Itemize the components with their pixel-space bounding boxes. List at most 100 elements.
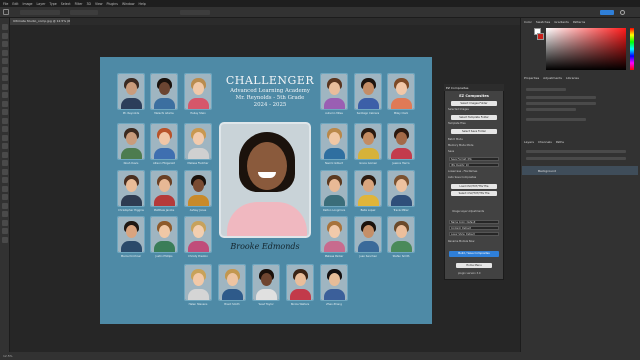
tool-icon[interactable]	[2, 66, 8, 73]
select-images-folder-button[interactable]: Select Images Folder	[451, 101, 497, 106]
student-shirt	[391, 241, 412, 252]
student-face	[329, 273, 340, 286]
menu-item-3d[interactable]: 3D	[86, 2, 90, 6]
tool-icon[interactable]	[2, 151, 8, 158]
hue-slider[interactable]	[630, 28, 634, 70]
jpg-quality-select[interactable]: JPG Quality: 10	[449, 163, 499, 167]
rename-layers-checkbox[interactable]: Rename Module Now	[448, 240, 474, 243]
build-composites-button[interactable]: Build / Save Composites	[449, 251, 499, 257]
tool-icon[interactable]	[2, 117, 8, 124]
share-button[interactable]	[600, 10, 614, 15]
lowercase-checkbox[interactable]: Lowercase - File Names	[448, 170, 477, 173]
auto-save-checkbox[interactable]: Auto Save Composites	[448, 176, 476, 179]
background-color-swatch[interactable]	[537, 33, 544, 40]
student-shirt	[188, 98, 209, 109]
tab-swatches[interactable]: Swatches	[536, 20, 550, 27]
style-dropdown[interactable]	[70, 10, 98, 15]
menu-item-edit[interactable]: Edit	[12, 2, 18, 6]
tab-color[interactable]: Color	[524, 20, 532, 27]
tab-layers[interactable]: Layers	[524, 140, 534, 147]
student-face	[363, 132, 374, 145]
student-shirt	[391, 195, 412, 206]
tool-icon[interactable]	[2, 177, 8, 183]
student-name: Hailey Stein	[190, 112, 206, 115]
student-shirt	[154, 195, 175, 206]
tool-icon[interactable]	[2, 168, 8, 175]
menu-item-file[interactable]: File	[3, 2, 8, 6]
student-shirt	[188, 148, 209, 159]
tab-paths[interactable]: Paths	[556, 140, 564, 147]
layer-style-select[interactable]: Layer Style: Default	[449, 232, 499, 236]
tool-icon[interactable]	[2, 219, 8, 226]
tool-icon[interactable]	[2, 126, 8, 132]
student-face	[295, 273, 306, 286]
blend-mode-row[interactable]	[526, 157, 626, 160]
student-face	[396, 179, 407, 192]
tool-icon[interactable]	[2, 134, 8, 141]
tool-icon[interactable]	[2, 32, 8, 39]
menu-item-view[interactable]: View	[95, 2, 103, 6]
name-color-select[interactable]: Name Color: Default	[449, 220, 499, 224]
tool-icon[interactable]	[2, 143, 8, 149]
properties-row	[526, 118, 586, 121]
layer-filter-row[interactable]	[526, 150, 626, 153]
tool-icon[interactable]	[2, 228, 8, 234]
tab-adjustments[interactable]: Adjustments	[543, 76, 562, 83]
select-save-folder-button[interactable]: Select Save Folder	[451, 129, 497, 134]
student-shirt	[222, 289, 243, 300]
tool-icon[interactable]	[2, 185, 8, 192]
menu-item-layer[interactable]: Layer	[37, 2, 46, 6]
tool-icon[interactable]	[2, 100, 8, 107]
select-and-mask-button[interactable]	[180, 10, 210, 15]
menu-item-image[interactable]: Image	[23, 2, 33, 6]
memory-mode-checkbox[interactable]: Memory Mode Mode	[448, 144, 473, 147]
select-template-button[interactable]: Select Template Folder	[451, 115, 497, 120]
student-face	[329, 225, 340, 238]
home-menu-button[interactable]: Home Menu	[456, 263, 492, 268]
tool-icon[interactable]	[2, 41, 8, 47]
menu-item-help[interactable]: Help	[139, 2, 146, 6]
tool-icon[interactable]	[2, 211, 8, 217]
menu-item-select[interactable]: Select	[61, 2, 71, 6]
menu-item-plugins[interactable]: Plugins	[107, 2, 118, 6]
student-photo	[387, 123, 415, 160]
student-face	[227, 273, 238, 286]
tool-icon[interactable]	[2, 160, 8, 166]
tab-gradients[interactable]: Gradients	[554, 20, 569, 27]
tool-icon[interactable]	[2, 83, 8, 90]
document-tab[interactable]: Ultimate Studio_comp.jpg @ 12.5% (RGB/8)	[10, 18, 70, 25]
composite-title: CHALLENGER	[225, 74, 315, 87]
tab-channels[interactable]: Channels	[538, 140, 552, 147]
batch-mode-checkbox[interactable]: Batch Mode	[448, 138, 463, 141]
tool-icon[interactable]	[2, 109, 8, 115]
tab-properties[interactable]: Properties	[524, 76, 539, 83]
load-csv-button[interactable]: Load CSV/TXT/TSV File	[451, 184, 497, 189]
tab-patterns[interactable]: Patterns	[573, 20, 585, 27]
color-field[interactable]	[546, 28, 626, 70]
tool-icon[interactable]	[2, 202, 8, 209]
select-csv-button[interactable]: Select CSV/TXT/TSV File	[451, 191, 497, 196]
save-format-select[interactable]: Save Format: JPG	[449, 157, 499, 161]
student-photo	[184, 264, 212, 301]
menu-item-filter[interactable]: Filter	[75, 2, 83, 6]
tool-icon[interactable]	[2, 58, 8, 64]
tool-icon[interactable]	[2, 24, 8, 30]
tool-icon[interactable]	[2, 75, 8, 81]
properties-panel-tabs: Properties Adjustments Libraries	[524, 76, 579, 83]
student-photo	[184, 73, 212, 110]
tool-icon[interactable]	[2, 236, 8, 243]
content-select[interactable]: Content: Default	[449, 226, 499, 230]
tool-icon[interactable]	[2, 92, 8, 98]
home-icon[interactable]	[3, 9, 9, 15]
zoom-level[interactable]: 12.5%	[3, 354, 13, 358]
student-name: Zhao Zhang	[326, 303, 342, 306]
menu-item-type[interactable]: Type	[49, 2, 56, 6]
tool-icon[interactable]	[2, 194, 8, 200]
search-icon[interactable]	[620, 10, 625, 15]
student-shirt	[121, 148, 142, 159]
selection-mode-control[interactable]	[20, 10, 60, 15]
tool-icon[interactable]	[2, 49, 8, 56]
layer-row[interactable]: Background	[522, 166, 638, 175]
tab-libraries[interactable]: Libraries	[566, 76, 579, 83]
menu-item-window[interactable]: Window	[122, 2, 135, 6]
